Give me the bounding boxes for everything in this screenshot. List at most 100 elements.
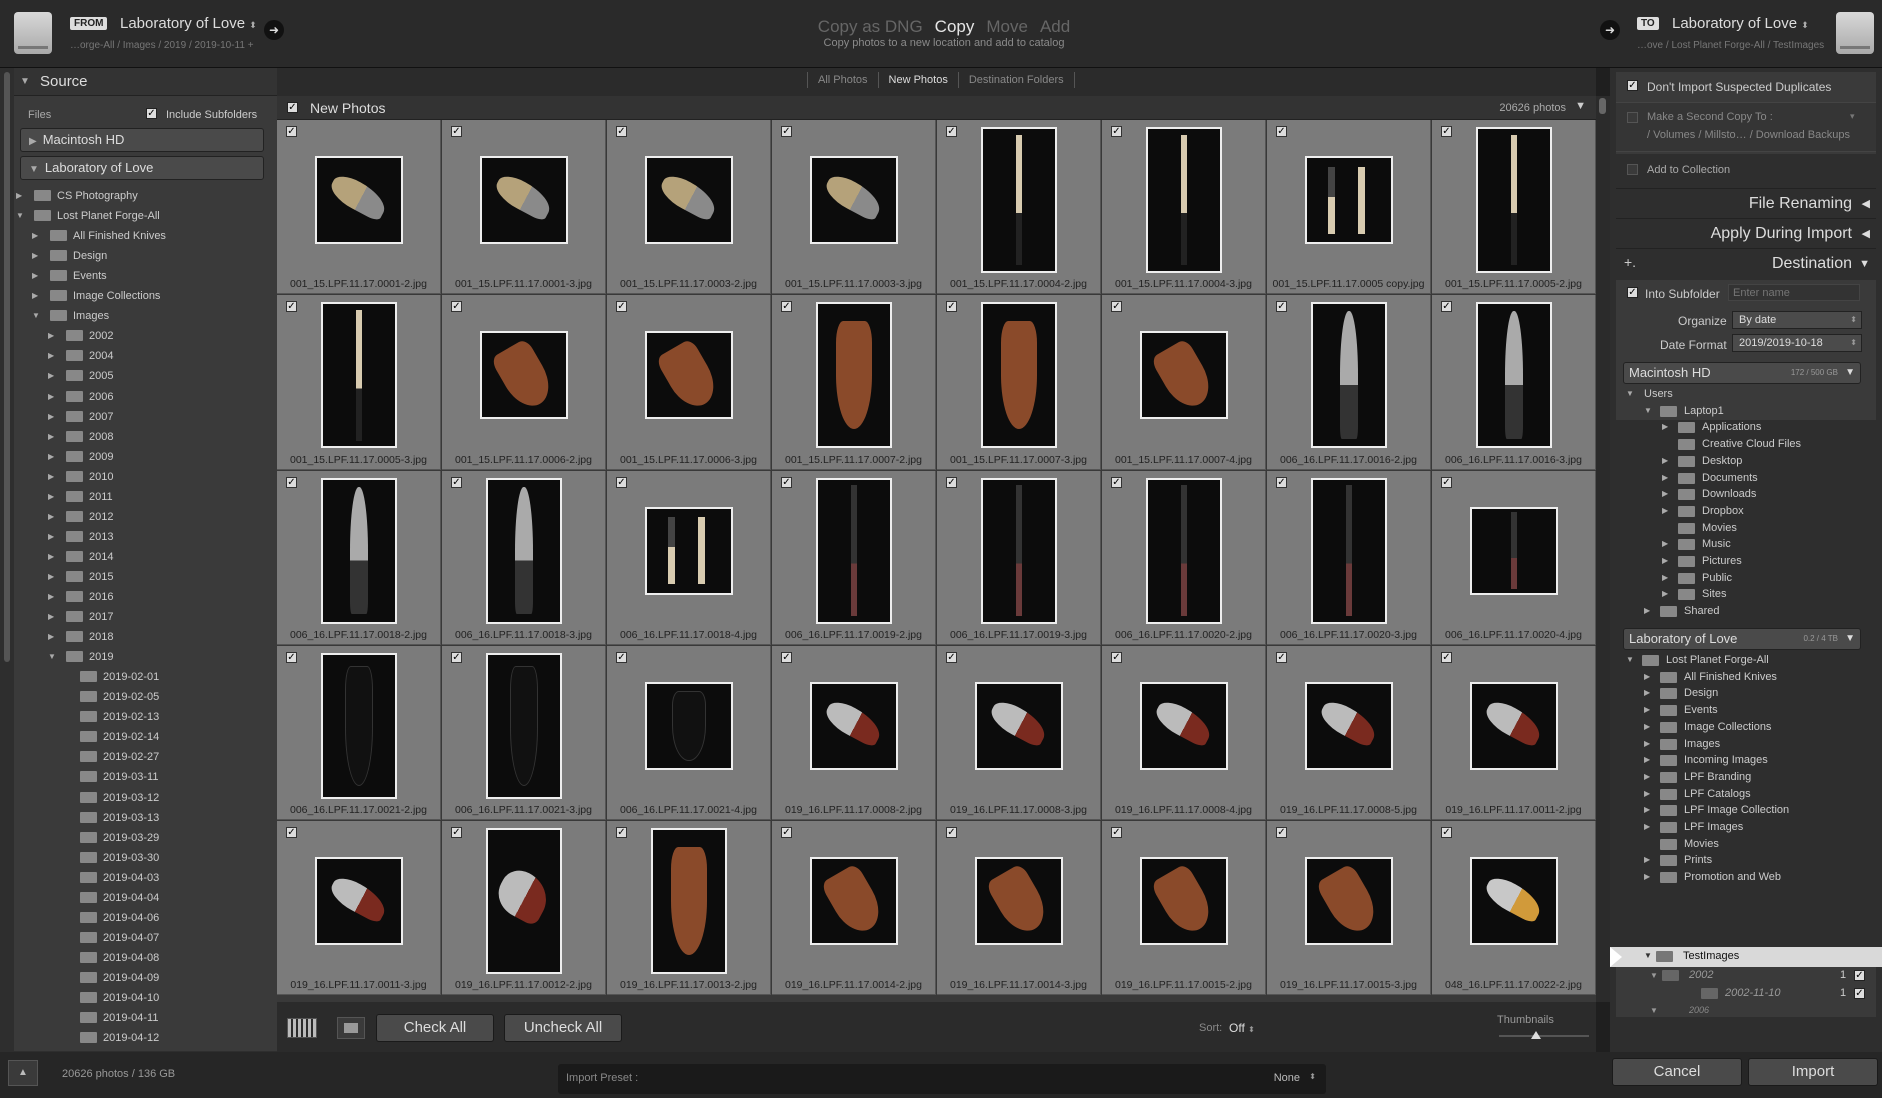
dest-folder-item[interactable]: ▶ All Finished Knives	[1616, 669, 1876, 685]
photo-checkbox[interactable]: ✓	[616, 476, 627, 488]
disclosure-open-icon[interactable]: ▼	[1626, 386, 1634, 402]
photo-checkbox[interactable]: ✓	[781, 476, 792, 488]
source-folder-item[interactable]: 2019-02-13	[14, 707, 268, 727]
photo-cell[interactable]: ✓ 001_15.LPF.11.17.0003-3.jpg	[772, 120, 936, 295]
photo-cell[interactable]: ✓ 001_15.LPF.11.17.0001-2.jpg	[277, 120, 441, 295]
photo-cell[interactable]: ✓ 006_16.LPF.11.17.0021-2.jpg	[277, 645, 441, 821]
photo-checkbox[interactable]: ✓	[1441, 126, 1452, 137]
disclosure-closed-icon[interactable]: ▶	[1644, 736, 1650, 752]
disclosure-closed-icon[interactable]: ▶	[1644, 786, 1650, 802]
photo-checkbox[interactable]: ✓	[1441, 476, 1452, 488]
dest-folder-item[interactable]: ▶ Downloads	[1616, 486, 1876, 502]
photo-checkbox[interactable]: ✓	[1111, 827, 1122, 839]
into-subfolder-checkbox[interactable]: ✓	[1627, 287, 1638, 298]
dest-folder-item[interactable]: ▶ Applications	[1616, 419, 1876, 435]
include-subfolders-checkbox[interactable]: ✓	[146, 108, 157, 119]
photo-checkbox[interactable]: ✓	[616, 827, 627, 839]
photo-checkbox[interactable]: ✓	[946, 476, 957, 488]
source-folder-item[interactable]: ▼ Images	[14, 306, 268, 326]
photo-checkbox[interactable]: ✓	[1111, 126, 1122, 137]
photo-checkbox[interactable]: ✓	[946, 126, 957, 137]
photo-cell[interactable]: ✓ 001_15.LPF.11.17.0007-3.jpg	[937, 295, 1101, 470]
photo-cell[interactable]: ✓ 001_15.LPF.11.17.0007-4.jpg	[1102, 295, 1266, 470]
photo-checkbox[interactable]: ✓	[616, 126, 627, 137]
source-folder-item[interactable]: ▶ 2007	[14, 407, 268, 427]
dest-folder-item[interactable]: ▶ Sites	[1616, 586, 1876, 602]
dest-folder-item[interactable]: ▶ Promotion and Web	[1616, 869, 1876, 885]
disclosure-open-icon[interactable]: ▼	[48, 647, 56, 667]
photo-cell[interactable]: ✓ 019_16.LPF.11.17.0011-3.jpg	[277, 821, 441, 996]
source-folder-item[interactable]: ▶ 2004	[14, 346, 268, 366]
source-folder-item[interactable]: 2019-04-12	[14, 1028, 268, 1046]
source-folder-item[interactable]: 2019-03-30	[14, 848, 268, 868]
source-folder-item[interactable]: ▶ Events	[14, 266, 268, 286]
photo-cell[interactable]: ✓ 001_15.LPF.11.17.0005-3.jpg	[277, 295, 441, 470]
source-folder-item[interactable]: ▶ Design	[14, 246, 268, 266]
cancel-button[interactable]: Cancel	[1612, 1058, 1742, 1086]
dest-folder-item[interactable]: ▶ Events	[1616, 702, 1876, 718]
dropdown-icon[interactable]: ▾	[1850, 111, 1855, 122]
dest-folder-item[interactable]: ▶ Public	[1616, 570, 1876, 586]
to-dest-select[interactable]: Laboratory of Love ⬍	[1672, 15, 1809, 32]
source-folder-item[interactable]: ▶ 2010	[14, 467, 268, 487]
dest-folder-item[interactable]: ▶ Image Collections	[1616, 719, 1876, 735]
disclosure-closed-icon[interactable]: ▶	[1644, 669, 1650, 685]
dest-folder-item[interactable]: ▶ Incoming Images	[1616, 752, 1876, 768]
disclosure-closed-icon[interactable]: ▶	[48, 607, 54, 627]
disclosure-open-icon[interactable]: ▼	[1626, 652, 1634, 668]
photo-checkbox[interactable]: ✓	[451, 651, 462, 663]
dest-volume-laboratory[interactable]: Laboratory of Love 0.2 / 4 TB ▼	[1623, 628, 1861, 650]
photo-cell[interactable]: ✓ 001_15.LPF.11.17.0007-2.jpg	[772, 295, 936, 470]
photo-cell[interactable]: ✓ 001_15.LPF.11.17.0004-3.jpg	[1102, 120, 1266, 295]
source-folder-item[interactable]: ▶ All Finished Knives	[14, 226, 268, 246]
photo-checkbox[interactable]: ✓	[1276, 126, 1287, 137]
source-folder-item[interactable]: ▶ 2011	[14, 487, 268, 507]
photo-cell[interactable]: ✓ 006_16.LPF.11.17.0020-4.jpg	[1432, 470, 1596, 645]
disclosure-closed-icon[interactable]: ▶	[1662, 503, 1668, 519]
photo-checkbox[interactable]: ✓	[1111, 476, 1122, 488]
photo-cell[interactable]: ✓ 001_15.LPF.11.17.0005-2.jpg	[1432, 120, 1596, 295]
photo-cell[interactable]: ✓ 001_15.LPF.11.17.0004-2.jpg	[937, 120, 1101, 295]
collapse-icon[interactable]: ▼	[1575, 100, 1586, 112]
grid-view-icon[interactable]	[287, 1018, 317, 1038]
dest-folder-item[interactable]: ▼ Users	[1616, 386, 1876, 402]
dest-folder-item[interactable]: ▶ Documents	[1616, 470, 1876, 486]
photo-cell[interactable]: ✓ 019_16.LPF.11.17.0008-2.jpg	[772, 645, 936, 821]
photo-checkbox[interactable]: ✓	[946, 651, 957, 663]
check-all-button[interactable]: Check All	[376, 1014, 494, 1042]
source-folder-item[interactable]: ▶ 2012	[14, 507, 268, 527]
disclosure-closed-icon[interactable]: ▶	[48, 487, 54, 507]
disclosure-closed-icon[interactable]: ▶	[1644, 685, 1650, 701]
photo-checkbox[interactable]: ✓	[451, 476, 462, 488]
disclosure-open-icon[interactable]: ▼	[1644, 403, 1652, 419]
source-folder-item[interactable]: 2019-04-03	[14, 868, 268, 888]
source-folder-item[interactable]: 2019-03-11	[14, 767, 268, 787]
photo-cell[interactable]: ✓ 019_16.LPF.11.17.0012-2.jpg	[442, 821, 606, 996]
dest-folder-item[interactable]: ▶ Music	[1616, 536, 1876, 552]
photo-cell[interactable]: ✓ 001_15.LPF.11.17.0006-2.jpg	[442, 295, 606, 470]
source-folder-item[interactable]: ▶ 2008	[14, 427, 268, 447]
source-folder-item[interactable]: 2019-02-27	[14, 747, 268, 767]
source-folder-item[interactable]: ▼ 2019	[14, 647, 268, 667]
disclosure-closed-icon[interactable]: ▶	[1662, 553, 1668, 569]
apply-during-import-header[interactable]: Apply During Import ◀	[1610, 220, 1876, 248]
photo-checkbox[interactable]: ✓	[781, 827, 792, 839]
source-folder-item[interactable]: ▶ 2016	[14, 587, 268, 607]
photo-checkbox[interactable]: ✓	[1111, 301, 1122, 313]
subfolder-name-input[interactable]	[1728, 284, 1860, 301]
photo-cell[interactable]: ✓ 006_16.LPF.11.17.0020-2.jpg	[1102, 470, 1266, 645]
import-button[interactable]: Import	[1748, 1058, 1878, 1086]
dont-import-checkbox[interactable]: ✓	[1627, 80, 1638, 91]
uncheck-all-button[interactable]: Uncheck All	[504, 1014, 622, 1042]
second-copy-checkbox[interactable]	[1627, 112, 1638, 123]
photo-checkbox[interactable]: ✓	[946, 301, 957, 313]
disclosure-closed-icon[interactable]: ▶	[48, 427, 54, 447]
source-folder-item[interactable]: ▶ 2017	[14, 607, 268, 627]
source-folder-item[interactable]: 2019-04-10	[14, 988, 268, 1008]
dest-folder-item[interactable]: ▶ LPF Catalogs	[1616, 786, 1876, 802]
new-folder-day-checkbox[interactable]: ✓	[1854, 988, 1865, 999]
photo-checkbox[interactable]: ✓	[781, 301, 792, 313]
date-format-select[interactable]: 2019/2019-10-18 ⬍	[1732, 334, 1862, 352]
photo-cell[interactable]: ✓ 019_16.LPF.11.17.0013-2.jpg	[607, 821, 771, 996]
source-folder-item[interactable]: 2019-03-13	[14, 808, 268, 828]
